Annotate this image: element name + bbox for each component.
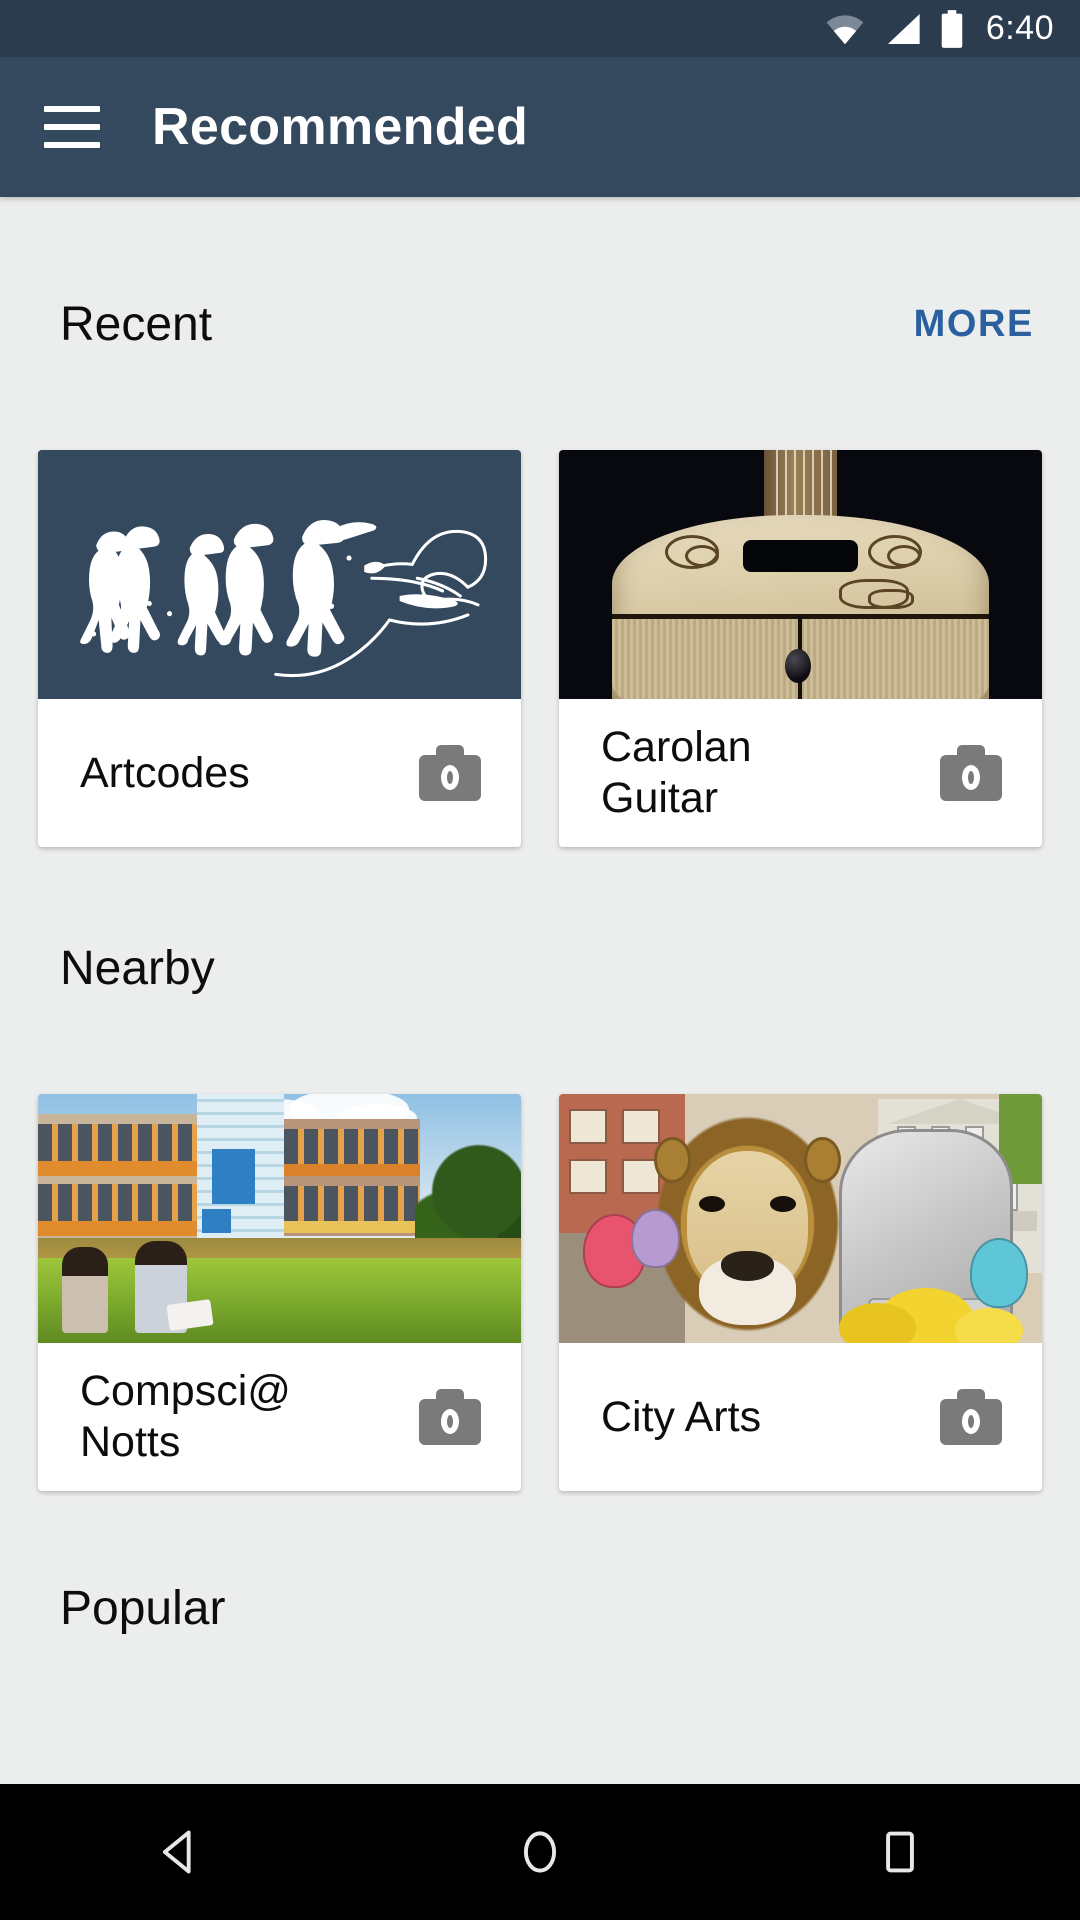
recents-button[interactable] [840,1784,960,1920]
wifi-icon [826,14,864,44]
home-button[interactable] [480,1784,600,1920]
hamburger-line [44,142,100,148]
status-icons [824,9,964,48]
card-label: Compsci@ Notts [80,1367,291,1466]
card-caption-compsci-notts: Compsci@ Notts [38,1343,521,1491]
penguins-line-art-icon [38,450,521,699]
section-title: Nearby [60,942,215,995]
card-label: City Arts [601,1392,762,1441]
card-image-city-arts [559,1094,1042,1343]
card-carolan-guitar[interactable]: Carolan Guitar [559,450,1042,847]
card-compsci-notts[interactable]: Compsci@ Notts [38,1094,521,1491]
cellular-signal-icon [887,13,920,44]
card-caption-carolan-guitar: Carolan Guitar [559,699,1042,847]
camera-icon[interactable] [419,745,481,801]
lion-illustration-icon [559,1094,1042,1343]
camera-icon[interactable] [419,1389,481,1445]
card-caption-city-arts: City Arts [559,1343,1042,1491]
battery-icon [941,9,963,48]
back-triangle-icon [162,1830,191,1874]
card-row-recent: Artcodes Carolan Guitar [0,450,1080,847]
card-caption-artcodes: Artcodes [38,699,521,847]
card-image-carolan-guitar [559,450,1042,699]
acoustic-guitar-photo-icon [559,450,1042,699]
section-header-recent: Recent MORE [0,297,1080,352]
more-link-recent[interactable]: MORE [914,303,1034,346]
home-circle-icon [523,1831,557,1873]
card-city-arts[interactable]: City Arts [559,1094,1042,1491]
card-label: Carolan Guitar [601,723,752,822]
page-title: Recommended [152,98,529,156]
card-row-nearby: Compsci@ Notts City Arts [0,1094,1080,1491]
camera-icon[interactable] [940,1389,1002,1445]
scroll-content[interactable]: Recent MORE Artcodes Carolan Guitar Near… [0,197,1080,1920]
section-title: Popular [60,1582,226,1635]
campus-photo-icon [38,1094,521,1343]
status-bar: 6:40 [0,0,1080,57]
camera-icon[interactable] [940,745,1002,801]
card-image-compsci-notts [38,1094,521,1343]
back-button[interactable] [120,1784,240,1920]
app-bar: Recommended [0,57,1080,197]
section-header-nearby: Nearby [0,941,1080,996]
hamburger-menu-icon[interactable] [44,106,100,148]
section-header-popular: Popular [0,1581,1080,1636]
hamburger-line [44,124,100,130]
status-bar-clock: 6:40 [985,9,1054,47]
recents-square-icon [886,1831,914,1873]
hamburger-line [44,106,100,112]
card-image-artcodes [38,450,521,699]
card-artcodes[interactable]: Artcodes [38,450,521,847]
android-navigation-bar [0,1784,1080,1920]
section-title: Recent [60,298,213,351]
card-label: Artcodes [80,748,250,797]
